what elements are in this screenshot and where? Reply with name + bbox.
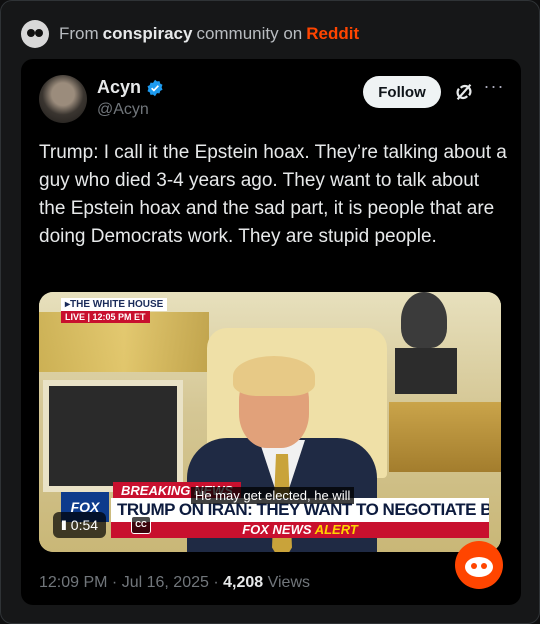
verified-badge-icon	[147, 79, 163, 96]
pause-icon[interactable]: II	[61, 517, 67, 533]
video-caption: He may get elected, he will	[191, 487, 355, 504]
hair	[233, 356, 315, 396]
bust-pedestal	[395, 348, 457, 394]
reddit-embed-frame: From conspiracy community on Reddit Acyn…	[0, 0, 540, 624]
reddit-logo-icon[interactable]	[455, 541, 503, 589]
avatar[interactable]	[39, 75, 87, 123]
subreddit-icon	[21, 20, 49, 48]
x-logo-icon[interactable]	[453, 81, 475, 103]
follow-button[interactable]: Follow	[363, 76, 441, 108]
alert-word: ALERT	[314, 522, 358, 537]
embed-source-line: From conspiracy community on Reddit	[21, 19, 359, 49]
closed-captions-button[interactable]: CC	[131, 516, 151, 534]
source-prefix: From	[59, 24, 99, 43]
bust-sculpture	[401, 292, 447, 348]
source-middle: community on	[196, 24, 303, 43]
reddit-snoo-face	[465, 557, 493, 577]
platform-name[interactable]: Reddit	[306, 24, 359, 44]
views-label: Views	[267, 574, 310, 591]
more-options-icon[interactable]: ···	[483, 77, 505, 100]
desk	[389, 402, 501, 472]
community-name[interactable]: conspiracy	[103, 24, 193, 44]
views-count: 4,208	[223, 574, 264, 591]
author-handle[interactable]: @Acyn	[97, 101, 149, 119]
tweet-meta: 12:09 PM · Jul 16, 2025 · 4,208 Views	[39, 574, 310, 592]
playback-control[interactable]: II 0:54	[53, 512, 107, 538]
tweet-timestamp[interactable]: 12:09 PM · Jul 16, 2025 ·	[39, 574, 219, 591]
live-tag: LIVE | 12:05 PM ET	[61, 311, 150, 323]
author-name-row[interactable]: Acyn	[97, 77, 164, 98]
author-name[interactable]: Acyn	[97, 77, 141, 98]
alert-prefix: FOX NEWS	[242, 522, 312, 537]
alert-bar: FOX NEWS ALERT	[111, 522, 489, 538]
tweet-card[interactable]: Acyn @Acyn Follow ··· Trump: I call it t…	[21, 59, 521, 605]
network-tag: ▸THE WHITE HOUSE	[61, 298, 168, 311]
fireplace	[43, 380, 183, 492]
video-player[interactable]: ▸THE WHITE HOUSE LIVE | 12:05 PM ET BREA…	[39, 292, 501, 552]
tweet-text: Trump: I call it the Epstein hoax. They’…	[39, 142, 507, 247]
video-time: 0:54	[70, 517, 99, 533]
